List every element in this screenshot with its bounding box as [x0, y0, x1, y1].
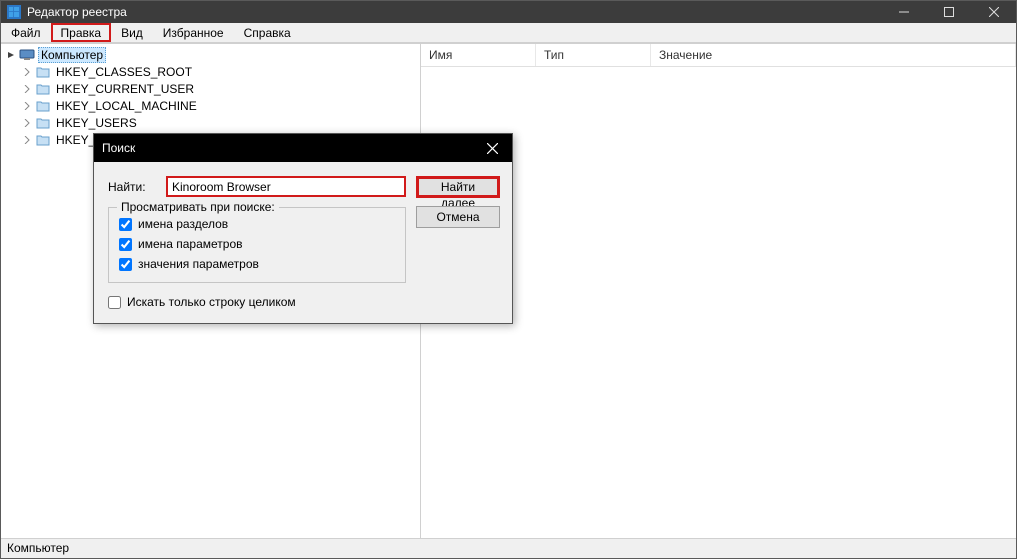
chk-values-label: имена параметров: [138, 237, 243, 251]
menu-view[interactable]: Вид: [111, 23, 153, 42]
tree-node[interactable]: HKEY_LOCAL_MACHINE: [21, 97, 420, 114]
titlebar: Редактор реестра: [1, 1, 1016, 23]
menu-help[interactable]: Справка: [234, 23, 301, 42]
list-header: Имя Тип Значение: [421, 44, 1016, 67]
dialog-body: Найти: Просматривать при поиске: имена р…: [94, 162, 512, 323]
cancel-button[interactable]: Отмена: [416, 206, 500, 228]
chk-values-row[interactable]: имена параметров: [119, 234, 395, 254]
find-next-button[interactable]: Найти далее: [416, 176, 500, 198]
chk-keys-label: имена разделов: [138, 217, 228, 231]
tree-root-label[interactable]: Компьютер: [38, 47, 106, 63]
menu-edit[interactable]: Правка: [51, 23, 112, 42]
tree-node-label[interactable]: HKEY_USERS: [54, 116, 139, 130]
chk-whole-label: Искать только строку целиком: [127, 295, 296, 309]
group-title: Просматривать при поиске:: [117, 200, 279, 214]
folder-icon: [35, 116, 51, 130]
column-type[interactable]: Тип: [536, 44, 651, 66]
folder-icon: [35, 65, 51, 79]
tree-node-label[interactable]: HKEY_LOCAL_MACHINE: [54, 99, 199, 113]
tree-node[interactable]: HKEY_USERS: [21, 114, 420, 131]
registry-editor-window: Редактор реестра Файл Правка Вид Избранн…: [0, 0, 1017, 559]
menu-favorites[interactable]: Избранное: [153, 23, 234, 42]
folder-icon: [35, 99, 51, 113]
chk-keys-row[interactable]: имена разделов: [119, 214, 395, 234]
tree-node-label[interactable]: HKEY_CLASSES_ROOT: [54, 65, 194, 79]
column-name[interactable]: Имя: [421, 44, 536, 66]
chk-whole-row[interactable]: Искать только строку целиком: [108, 295, 500, 309]
dialog-close-button[interactable]: [472, 134, 512, 162]
expander-icon[interactable]: [5, 49, 17, 61]
expander-icon[interactable]: [21, 134, 33, 146]
computer-icon: [19, 48, 35, 62]
folder-icon: [35, 82, 51, 96]
find-input[interactable]: [166, 176, 406, 197]
chk-keys[interactable]: [119, 218, 132, 231]
expander-icon[interactable]: [21, 66, 33, 78]
tree-node[interactable]: HKEY_CLASSES_ROOT: [21, 63, 420, 80]
status-text: Компьютер: [7, 541, 69, 555]
maximize-button[interactable]: [926, 1, 971, 23]
app-icon: [7, 5, 21, 19]
menu-file[interactable]: Файл: [1, 23, 51, 42]
find-dialog: Поиск Найти: Просматривать при поиске:: [93, 133, 513, 324]
search-options-group: Просматривать при поиске: имена разделов…: [108, 207, 406, 283]
folder-icon: [35, 133, 51, 147]
column-value[interactable]: Значение: [651, 44, 1016, 66]
minimize-button[interactable]: [881, 1, 926, 23]
expander-icon[interactable]: [21, 100, 33, 112]
expander-icon[interactable]: [21, 83, 33, 95]
tree-node-label[interactable]: HKEY_: [54, 133, 97, 147]
dialog-titlebar[interactable]: Поиск: [94, 134, 512, 162]
close-button[interactable]: [971, 1, 1016, 23]
chk-data-row[interactable]: значения параметров: [119, 254, 395, 274]
tree-node-label[interactable]: HKEY_CURRENT_USER: [54, 82, 196, 96]
chk-data[interactable]: [119, 258, 132, 271]
window-controls: [881, 1, 1016, 23]
menubar: Файл Правка Вид Избранное Справка: [1, 23, 1016, 43]
chk-data-label: значения параметров: [138, 257, 259, 271]
window-title: Редактор реестра: [27, 5, 881, 19]
statusbar: Компьютер: [1, 538, 1016, 558]
chk-values[interactable]: [119, 238, 132, 251]
tree-node[interactable]: HKEY_CURRENT_USER: [21, 80, 420, 97]
expander-icon[interactable]: [21, 117, 33, 129]
find-label: Найти:: [108, 180, 166, 194]
dialog-title: Поиск: [102, 141, 472, 155]
chk-whole[interactable]: [108, 296, 121, 309]
